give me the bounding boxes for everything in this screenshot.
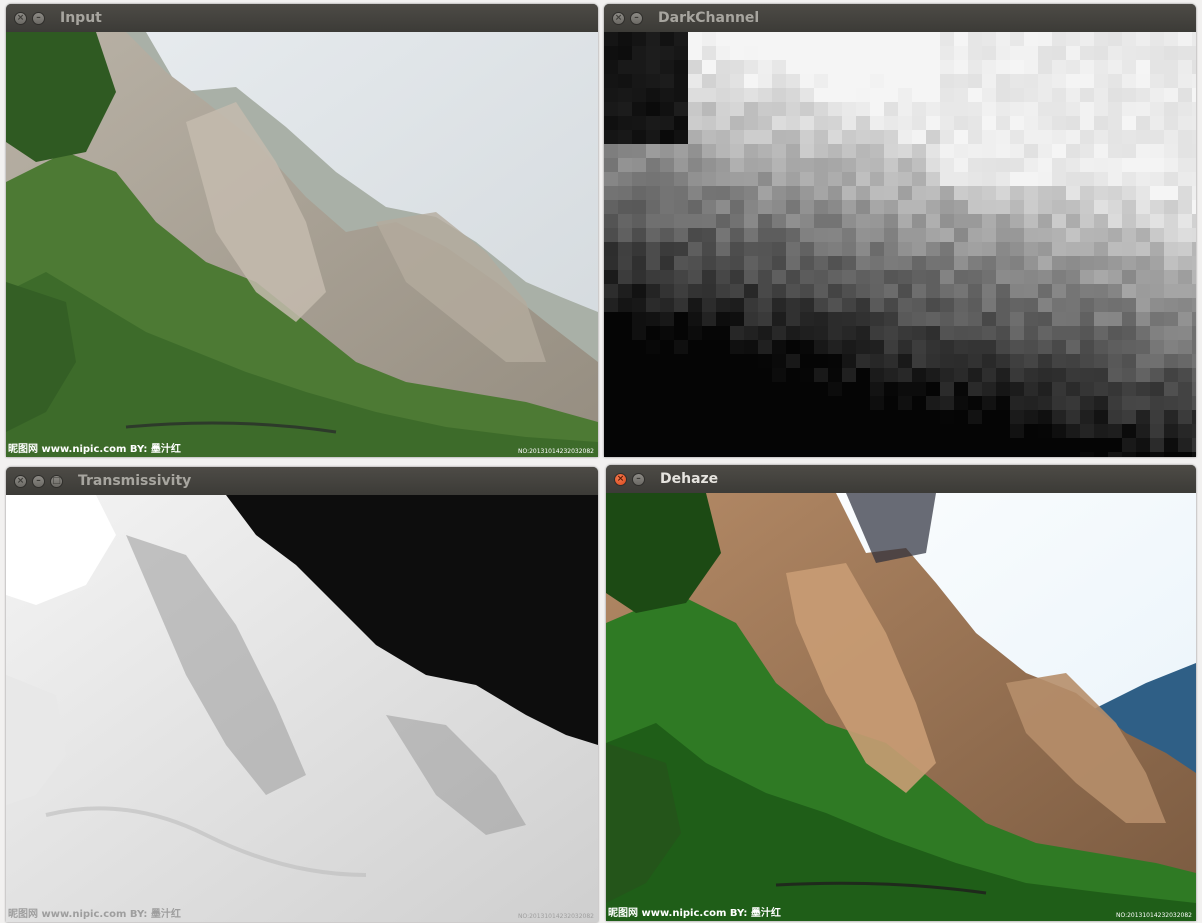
window-input: × – Input 昵图网 www.nipic.com BY: 墨汁红 NO:2…: [6, 4, 598, 457]
minimize-icon[interactable]: –: [32, 474, 45, 488]
window-darkchannel: × – DarkChannel: [604, 4, 1196, 457]
window-darkchannel-titlebar[interactable]: × – DarkChannel: [604, 4, 1196, 32]
close-icon[interactable]: ×: [14, 11, 27, 25]
darkchannel-image: [604, 32, 1196, 457]
maximize-icon[interactable]: □: [50, 474, 63, 488]
close-icon[interactable]: ×: [14, 474, 27, 488]
window-input-titlebar[interactable]: × – Input: [6, 4, 598, 32]
input-image: 昵图网 www.nipic.com BY: 墨汁红 NO:20131014232…: [6, 32, 598, 457]
close-icon[interactable]: ×: [614, 472, 627, 486]
window-transmissivity-titlebar[interactable]: × – □ Transmissivity: [6, 467, 598, 495]
window-dehaze-titlebar[interactable]: × – Dehaze: [606, 465, 1196, 493]
watermark-text: 昵图网 www.nipic.com BY: 墨汁红: [8, 444, 181, 455]
window-transmissivity-title: Transmissivity: [78, 473, 192, 489]
window-transmissivity: × – □ Transmissivity 昵图网 www.nipic.com B…: [6, 467, 598, 922]
window-input-title: Input: [60, 10, 102, 26]
minimize-icon[interactable]: –: [630, 11, 643, 25]
watermark-id: NO:20131014232032082: [517, 913, 594, 920]
close-icon[interactable]: ×: [612, 11, 625, 25]
watermark-id: NO:20131014232032082: [1115, 912, 1192, 919]
window-dehaze-title: Dehaze: [660, 471, 719, 487]
minimize-icon[interactable]: –: [632, 472, 645, 486]
watermark-text: 昵图网 www.nipic.com BY: 墨汁红: [608, 908, 781, 919]
watermark-text: 昵图网 www.nipic.com BY: 墨汁红: [8, 909, 181, 920]
minimize-icon[interactable]: –: [32, 11, 45, 25]
window-darkchannel-title: DarkChannel: [658, 10, 760, 26]
window-dehaze: × – Dehaze 昵图网 www.nipic.com BY: 墨汁红 NO:…: [606, 465, 1196, 921]
watermark-id: NO:20131014232032082: [517, 448, 594, 455]
transmissivity-image: 昵图网 www.nipic.com BY: 墨汁红 NO:20131014232…: [6, 495, 598, 922]
dehaze-image: 昵图网 www.nipic.com BY: 墨汁红 NO:20131014232…: [606, 493, 1196, 921]
